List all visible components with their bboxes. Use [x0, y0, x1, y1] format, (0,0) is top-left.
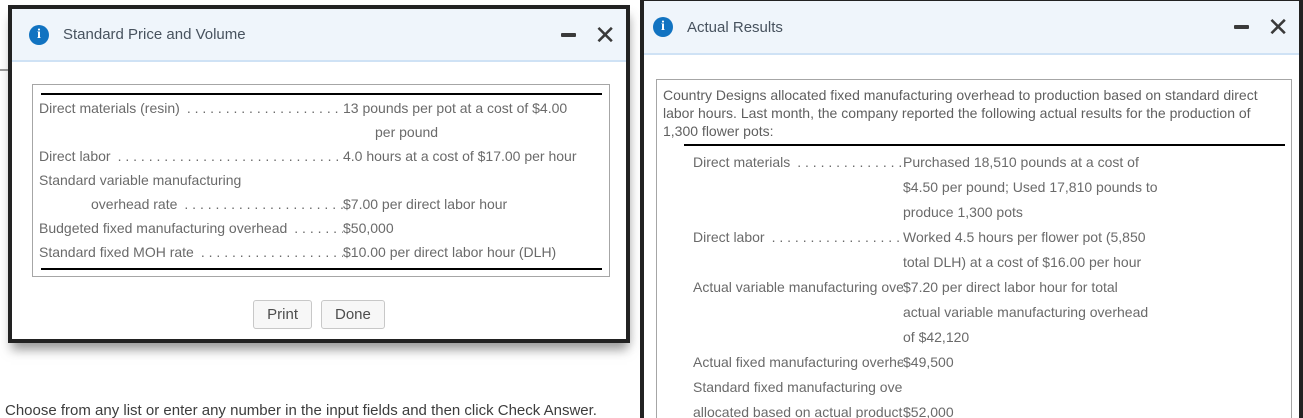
row-value-continued: produce 1,300 pots — [903, 204, 1023, 220]
dialog-title: Standard Price and Volume — [63, 26, 246, 43]
dialog-header: i Actual Results ✕ — [644, 1, 1299, 55]
row-label: Direct materials (resin) — [39, 100, 180, 116]
row-value: Purchased 18,510 pounds at a cost of — [903, 154, 1139, 170]
background-edge-artifact — [0, 69, 8, 71]
row-value: $49,500 — [903, 354, 954, 370]
table-row: overhead rate . . . . . . . . . . . . . .… — [39, 192, 603, 216]
table-row: Direct labor . . . . . . . . . . . . . . … — [39, 144, 603, 168]
row-value: 4.0 hours at a cost of $17.00 per hour — [343, 148, 577, 164]
row-value: $50,000 — [343, 220, 394, 236]
dialog-header: i Standard Price and Volume ✕ — [12, 9, 626, 62]
row-value-continued: $4.50 per pound; Used 17,810 pounds to — [903, 179, 1158, 195]
row-value-continued: actual variable manufacturing overhead — [903, 304, 1149, 320]
page-canvas: i Standard Price and Volume ✕ Direct mat… — [0, 0, 1303, 418]
row-label: Actual fixed manufacturing overhead — [693, 354, 903, 370]
table-row-continuation: produce 1,300 pots — [663, 200, 1285, 225]
dialog-body: Direct materials (resin) . . . . . . . . … — [12, 84, 626, 329]
row-value-continued: of $42,120 — [903, 329, 970, 345]
row-value-continued: per pound — [375, 124, 439, 140]
dot-leader: . . . . . . . . . . . . . . . . . . . . … — [771, 229, 903, 245]
minimize-icon — [561, 32, 577, 37]
row-label: Standard fixed manufacturing overhead — [693, 379, 903, 395]
row-label: Direct labor — [693, 229, 765, 245]
row-value: $7.00 per direct labor hour — [343, 196, 508, 212]
row-value: $10.00 per direct labor hour (DLH) — [343, 244, 557, 260]
table-row: Standard variable manufacturing — [39, 168, 603, 192]
table-row: Standard fixed manufacturing overhead — [663, 375, 1285, 400]
table-row: Actual variable manufacturing overhead. … — [663, 275, 1285, 300]
row-value: $7.20 per direct labor hour for total — [903, 279, 1118, 295]
table-row-continuation: $4.50 per pound; Used 17,810 pounds to — [663, 175, 1285, 200]
print-button[interactable]: Print — [253, 300, 312, 329]
row-label: Standard fixed MOH rate — [39, 244, 194, 260]
dot-leader: . . . . . . . . . . . . . . . . . . . . … — [200, 244, 343, 260]
dot-leader: . . . . . . . . . . . . . . . . . . . . … — [184, 196, 343, 212]
row-label: overhead rate — [91, 196, 178, 212]
table-row: Direct materials (resin) . . . . . . . . … — [39, 96, 603, 120]
table-row-continuation: of $42,120 — [663, 325, 1285, 350]
row-label: Direct materials — [693, 154, 791, 170]
row-label: Actual variable manufacturing overhead — [693, 279, 903, 295]
info-icon: i — [29, 24, 49, 45]
row-label: Budgeted fixed manufacturing overhead — [39, 220, 288, 236]
button-row: Print Done — [12, 300, 626, 329]
dot-leader: . . . . . . . . . . . . . . . . . . . . … — [294, 220, 343, 236]
dot-leader: . . . . . . . . . . . . . . . . . . . . … — [186, 100, 343, 116]
info-icon-glyph: i — [37, 26, 41, 42]
info-icon: i — [653, 17, 673, 37]
table-bottom-rule — [41, 268, 602, 270]
table-row-continuation: actual variable manufacturing overhead — [663, 300, 1285, 325]
row-label: Standard variable manufacturing — [39, 172, 242, 188]
table-rows: Direct materials . . . . . . . . . . . . … — [663, 147, 1285, 418]
dot-leader: . . . . . . . . . . . . . . . . . . . . … — [117, 148, 343, 164]
row-value: $52,000 — [903, 404, 954, 418]
table-row: Budgeted fixed manufacturing overhead . .… — [39, 216, 603, 240]
minimize-icon — [1234, 25, 1250, 29]
table-row: Actual fixed manufacturing overhead. . .… — [663, 350, 1285, 375]
minimize-button[interactable] — [560, 29, 577, 41]
close-button[interactable]: ✕ — [594, 22, 616, 48]
row-label: Direct labor — [39, 148, 111, 164]
table-row-continuation: per pound — [39, 120, 603, 144]
row-value: Worked 4.5 hours per flower pot (5,850 — [903, 229, 1146, 245]
done-button[interactable]: Done — [320, 300, 385, 329]
actual-results-dialog: i Actual Results ✕ Country Designs alloc… — [640, 0, 1303, 418]
table-top-rule — [41, 93, 602, 95]
table-row: allocated based on actual production. . … — [663, 400, 1285, 418]
table-row-continuation: total DLH) at a cost of $16.00 per hour — [663, 250, 1285, 275]
standard-price-and-volume-dialog: i Standard Price and Volume ✕ Direct mat… — [8, 5, 630, 343]
actual-results-table: Country Designs allocated fixed manufact… — [656, 79, 1292, 418]
dialog-body: Country Designs allocated fixed manufact… — [644, 79, 1299, 418]
window-controls: ✕ — [1233, 14, 1289, 40]
row-value-continued: total DLH) at a cost of $16.00 per hour — [903, 254, 1142, 270]
table-row: Standard fixed MOH rate . . . . . . . . .… — [39, 240, 603, 264]
close-button[interactable]: ✕ — [1267, 14, 1289, 40]
row-label: allocated based on actual production — [693, 404, 903, 418]
table-row: Direct materials . . . . . . . . . . . . … — [663, 150, 1285, 175]
table-top-rule — [684, 144, 1285, 146]
window-controls: ✕ — [560, 22, 616, 48]
page-instruction-text: Choose from any list or enter any number… — [5, 402, 597, 418]
dot-leader: . . . . . . . . . . . . . . . . . . . . … — [797, 154, 903, 170]
row-value: 13 pounds per pot at a cost of $4.00 — [343, 100, 568, 116]
standards-table: Direct materials (resin) . . . . . . . . … — [32, 84, 610, 277]
minimize-button[interactable] — [1233, 21, 1250, 33]
intro-paragraph: Country Designs allocated fixed manufact… — [663, 87, 1258, 139]
table-row: Direct labor . . . . . . . . . . . . . . … — [663, 225, 1285, 250]
dialog-title: Actual Results — [687, 18, 783, 36]
info-icon-glyph: i — [661, 19, 665, 34]
